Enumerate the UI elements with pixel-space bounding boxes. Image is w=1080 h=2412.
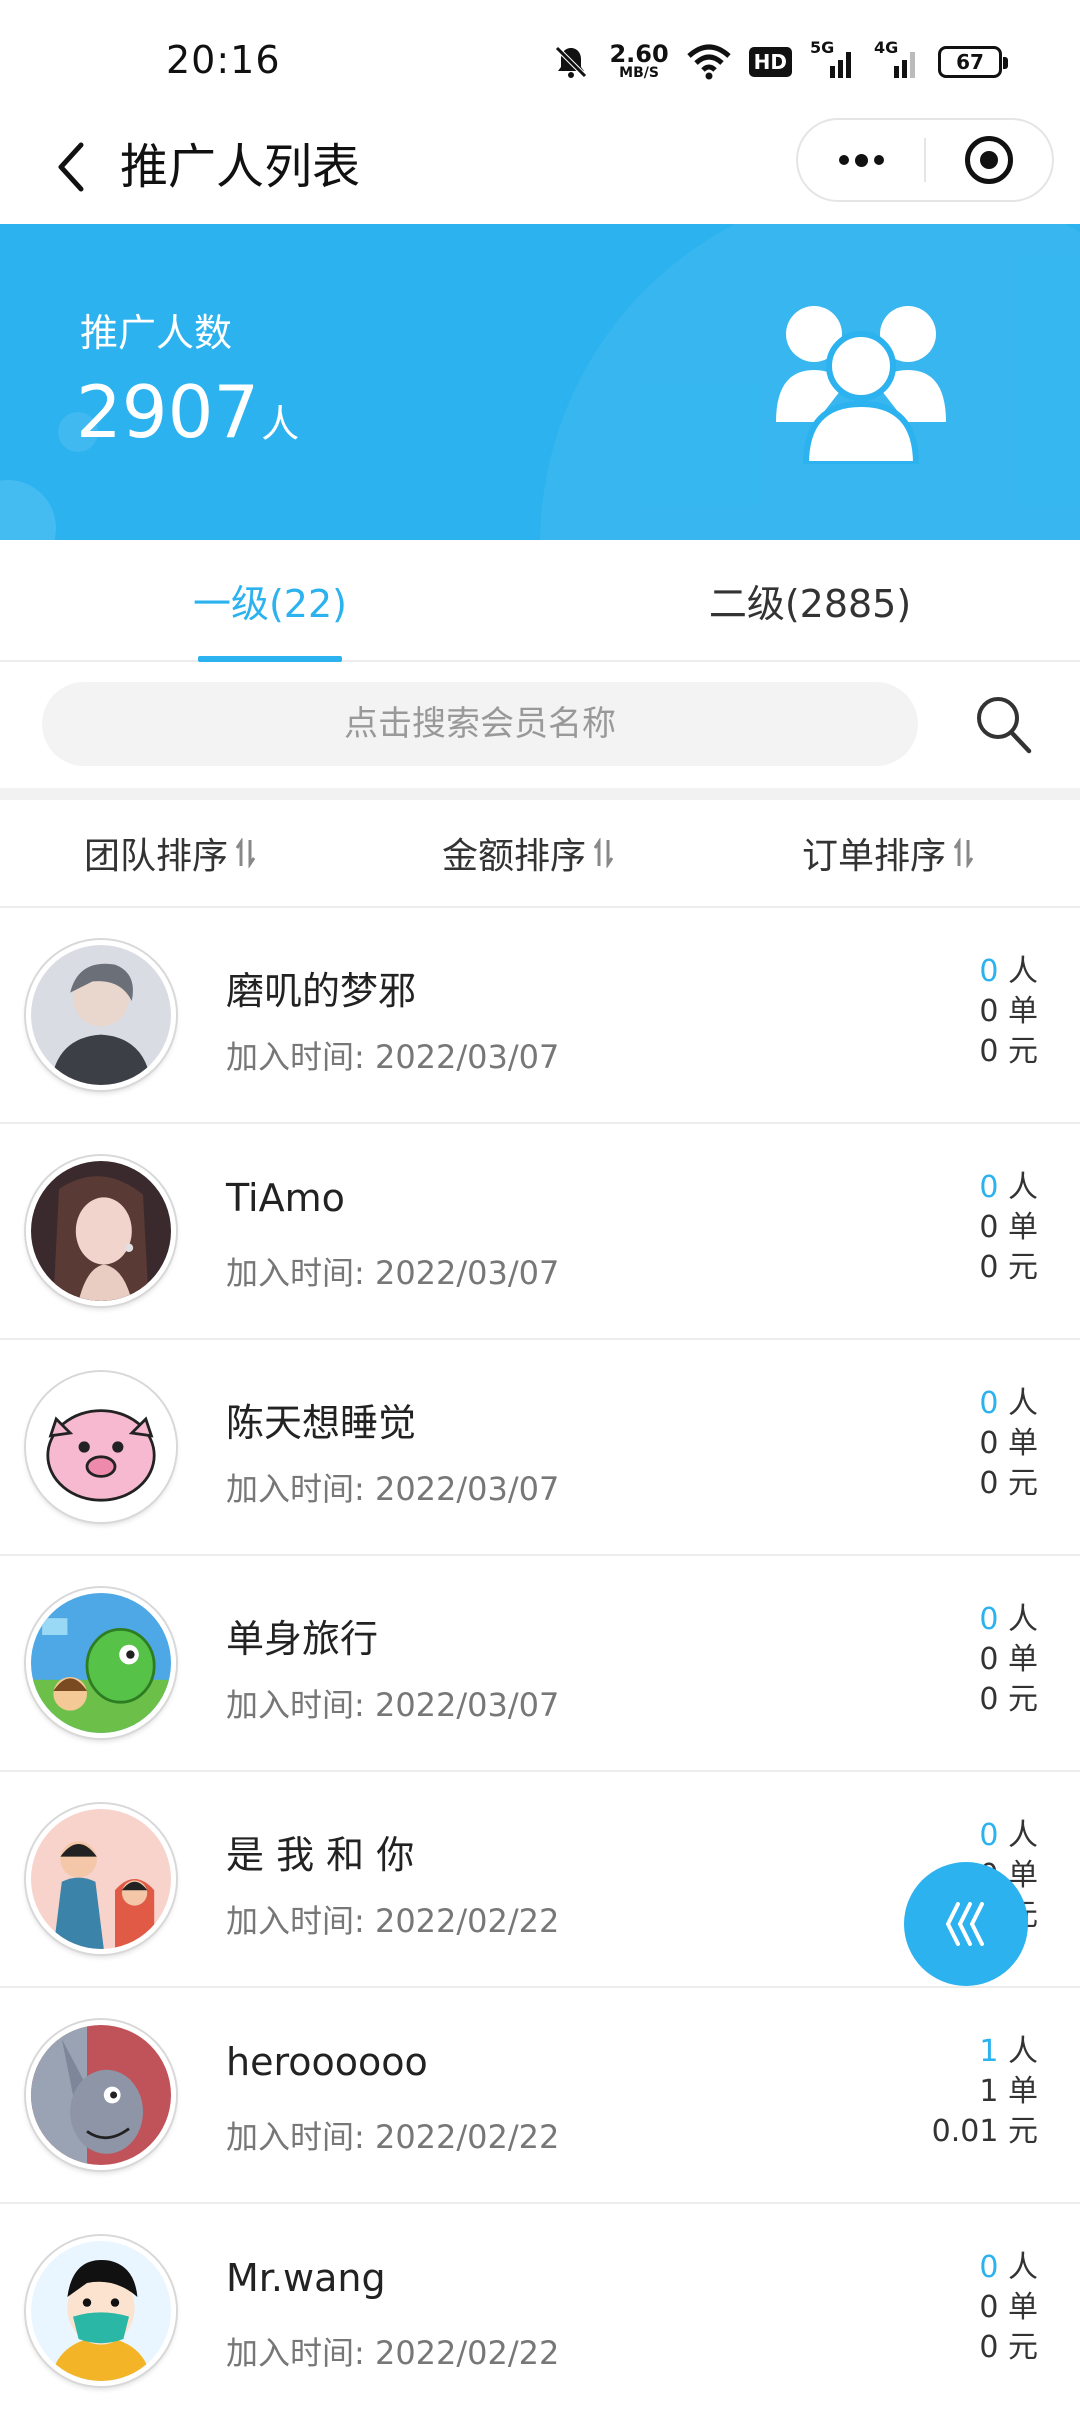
member-join-time: 加入时间: 2022/03/07 — [226, 1686, 560, 1724]
member-amount: 0 元 — [979, 2330, 1038, 2365]
member-amount: 0 元 — [979, 1466, 1038, 1501]
list-item[interactable]: 陈天想睡觉 加入时间: 2022/03/07 0 人 0 单 0 元 — [0, 1340, 1080, 1556]
member-amount: 0.01 元 — [931, 2114, 1038, 2149]
avatar — [26, 940, 176, 1090]
member-stats: 0 人 0 单 0 元 — [979, 1600, 1038, 1720]
sort-arrows-icon — [954, 838, 974, 868]
sort-order-label: 订单排序 — [802, 836, 947, 877]
member-name: 陈天想睡觉 — [226, 1401, 417, 1445]
section-divider — [0, 788, 1080, 800]
avatar — [26, 1372, 176, 1522]
sort-arrows-icon — [594, 838, 614, 868]
signal-5g-icon: 5G — [810, 38, 856, 82]
target-icon — [964, 136, 1013, 184]
chevron-left-icon — [58, 142, 84, 192]
tab-level-one[interactable]: 一级(22) — [0, 540, 540, 660]
sort-team-button[interactable]: 团队排序 — [84, 800, 256, 906]
triple-chevron-left-icon — [945, 1902, 984, 1946]
member-people-count: 1 — [979, 2034, 999, 2069]
member-order-count: 0 单 — [979, 1642, 1038, 1677]
member-list: 磨叽的梦邪 加入时间: 2022/03/07 0 人 0 单 0 元 TiAmo… — [0, 908, 1080, 2412]
member-order-count: 0 单 — [979, 2290, 1038, 2325]
list-item[interactable]: Mr.wang 加入时间: 2022/02/22 0 人 0 单 0 元 — [0, 2204, 1080, 2412]
search-row — [0, 662, 1080, 788]
member-people-count: 0 — [979, 954, 999, 989]
member-name: 是 我 和 你 — [226, 1833, 415, 1877]
avatar — [26, 2236, 176, 2386]
promoter-count-unit: 人 — [261, 402, 300, 446]
member-join-time: 加入时间: 2022/03/07 — [226, 1254, 560, 1292]
signal-4g-icon: 4G — [874, 38, 920, 82]
member-stats: 0 人 0 单 0 元 — [979, 1384, 1038, 1504]
member-order-count: 1 单 — [979, 2074, 1038, 2109]
mute-icon — [551, 42, 591, 82]
member-order-count: 0 单 — [979, 994, 1038, 1029]
promoter-count-label: 推广人数 — [80, 311, 233, 355]
sort-team-label: 团队排序 — [84, 836, 229, 877]
list-item[interactable]: TiAmo 加入时间: 2022/03/07 0 人 0 单 0 元 — [0, 1124, 1080, 1340]
member-name: heroooooo — [226, 2040, 428, 2084]
member-name: 磨叽的梦邪 — [226, 969, 417, 1013]
mini-program-capsule — [796, 118, 1054, 202]
member-join-time: 加入时间: 2022/02/22 — [226, 2118, 560, 2156]
promoter-count-value: 2907 — [76, 370, 260, 454]
member-order-count: 0 单 — [979, 1426, 1038, 1461]
member-people-count: 0 — [979, 1818, 999, 1853]
member-people-count: 0 — [979, 1386, 999, 1421]
close-program-button[interactable] — [926, 120, 1052, 200]
avatar — [26, 1588, 176, 1738]
member-join-time: 加入时间: 2022/02/22 — [226, 2334, 560, 2372]
status-icons: 2.60 MB/S HD 5G 4G 67 — [551, 38, 1008, 84]
member-people-count: 0 — [979, 1602, 999, 1637]
promoter-count: 2907 人 — [76, 370, 299, 454]
member-name: Mr.wang — [226, 2256, 386, 2300]
member-amount: 0 元 — [979, 1682, 1038, 1717]
hd-icon: HD — [748, 42, 792, 82]
search-input[interactable] — [42, 682, 918, 766]
level-tabs: 一级(22) 二级(2885) — [0, 540, 1080, 662]
member-join-time: 加入时间: 2022/03/07 — [226, 1470, 560, 1508]
avatar — [26, 1804, 176, 1954]
member-name: 单身旅行 — [226, 1617, 379, 1661]
member-join-time: 加入时间: 2022/03/07 — [226, 1038, 560, 1076]
search-button[interactable] — [968, 686, 1038, 762]
page-title: 推广人列表 — [120, 139, 361, 195]
sort-arrows-icon — [236, 838, 256, 868]
member-stats: 0 人 0 单 0 元 — [979, 952, 1038, 1072]
wifi-icon — [686, 42, 731, 82]
users-group-icon — [776, 306, 946, 464]
back-button[interactable] — [36, 132, 106, 202]
member-order-count: 0 单 — [979, 1210, 1038, 1245]
sort-order-button[interactable]: 订单排序 — [802, 800, 974, 906]
member-stats: 0 人 0 单 0 元 — [979, 2248, 1038, 2368]
member-amount: 0 元 — [979, 1034, 1038, 1069]
more-dots-icon — [838, 153, 884, 167]
floating-menu-button[interactable] — [904, 1862, 1028, 1986]
avatar — [26, 2020, 176, 2170]
net-speed: 2.60 MB/S — [609, 40, 669, 81]
avatar — [26, 1156, 176, 1306]
member-join-time: 加入时间: 2022/02/22 — [226, 1902, 560, 1940]
member-people-count: 0 — [979, 2250, 999, 2285]
search-icon — [977, 697, 1032, 754]
nav-bar: 推广人列表 — [0, 110, 1080, 224]
member-stats: 1 人 1 单 0.01 元 — [932, 2032, 1038, 2152]
battery-icon: 67 — [938, 42, 1008, 82]
member-people-count: 0 — [979, 1170, 999, 1205]
list-item[interactable]: 单身旅行 加入时间: 2022/03/07 0 人 0 单 0 元 — [0, 1556, 1080, 1772]
member-amount: 0 元 — [979, 1250, 1038, 1285]
sort-amount-label: 金额排序 — [442, 836, 587, 877]
member-stats: 0 人 0 单 0 元 — [979, 1168, 1038, 1288]
more-button[interactable] — [798, 120, 924, 200]
status-bar: 20:16 2.60 MB/S HD 5G 4G 67 — [0, 0, 1080, 110]
promoter-summary-banner: 推广人数 2907 人 — [0, 224, 1080, 540]
list-item[interactable]: 磨叽的梦邪 加入时间: 2022/03/07 0 人 0 单 0 元 — [0, 908, 1080, 1124]
sort-row: 团队排序 金额排序 订单排序 — [0, 800, 1080, 908]
tab-level-two[interactable]: 二级(2885) — [540, 540, 1080, 660]
list-item[interactable]: heroooooo 加入时间: 2022/02/22 1 人 1 单 0.01 … — [0, 1988, 1080, 2204]
sort-amount-button[interactable]: 金额排序 — [442, 800, 614, 906]
status-time: 20:16 — [166, 38, 281, 82]
member-name: TiAmo — [226, 1176, 345, 1220]
